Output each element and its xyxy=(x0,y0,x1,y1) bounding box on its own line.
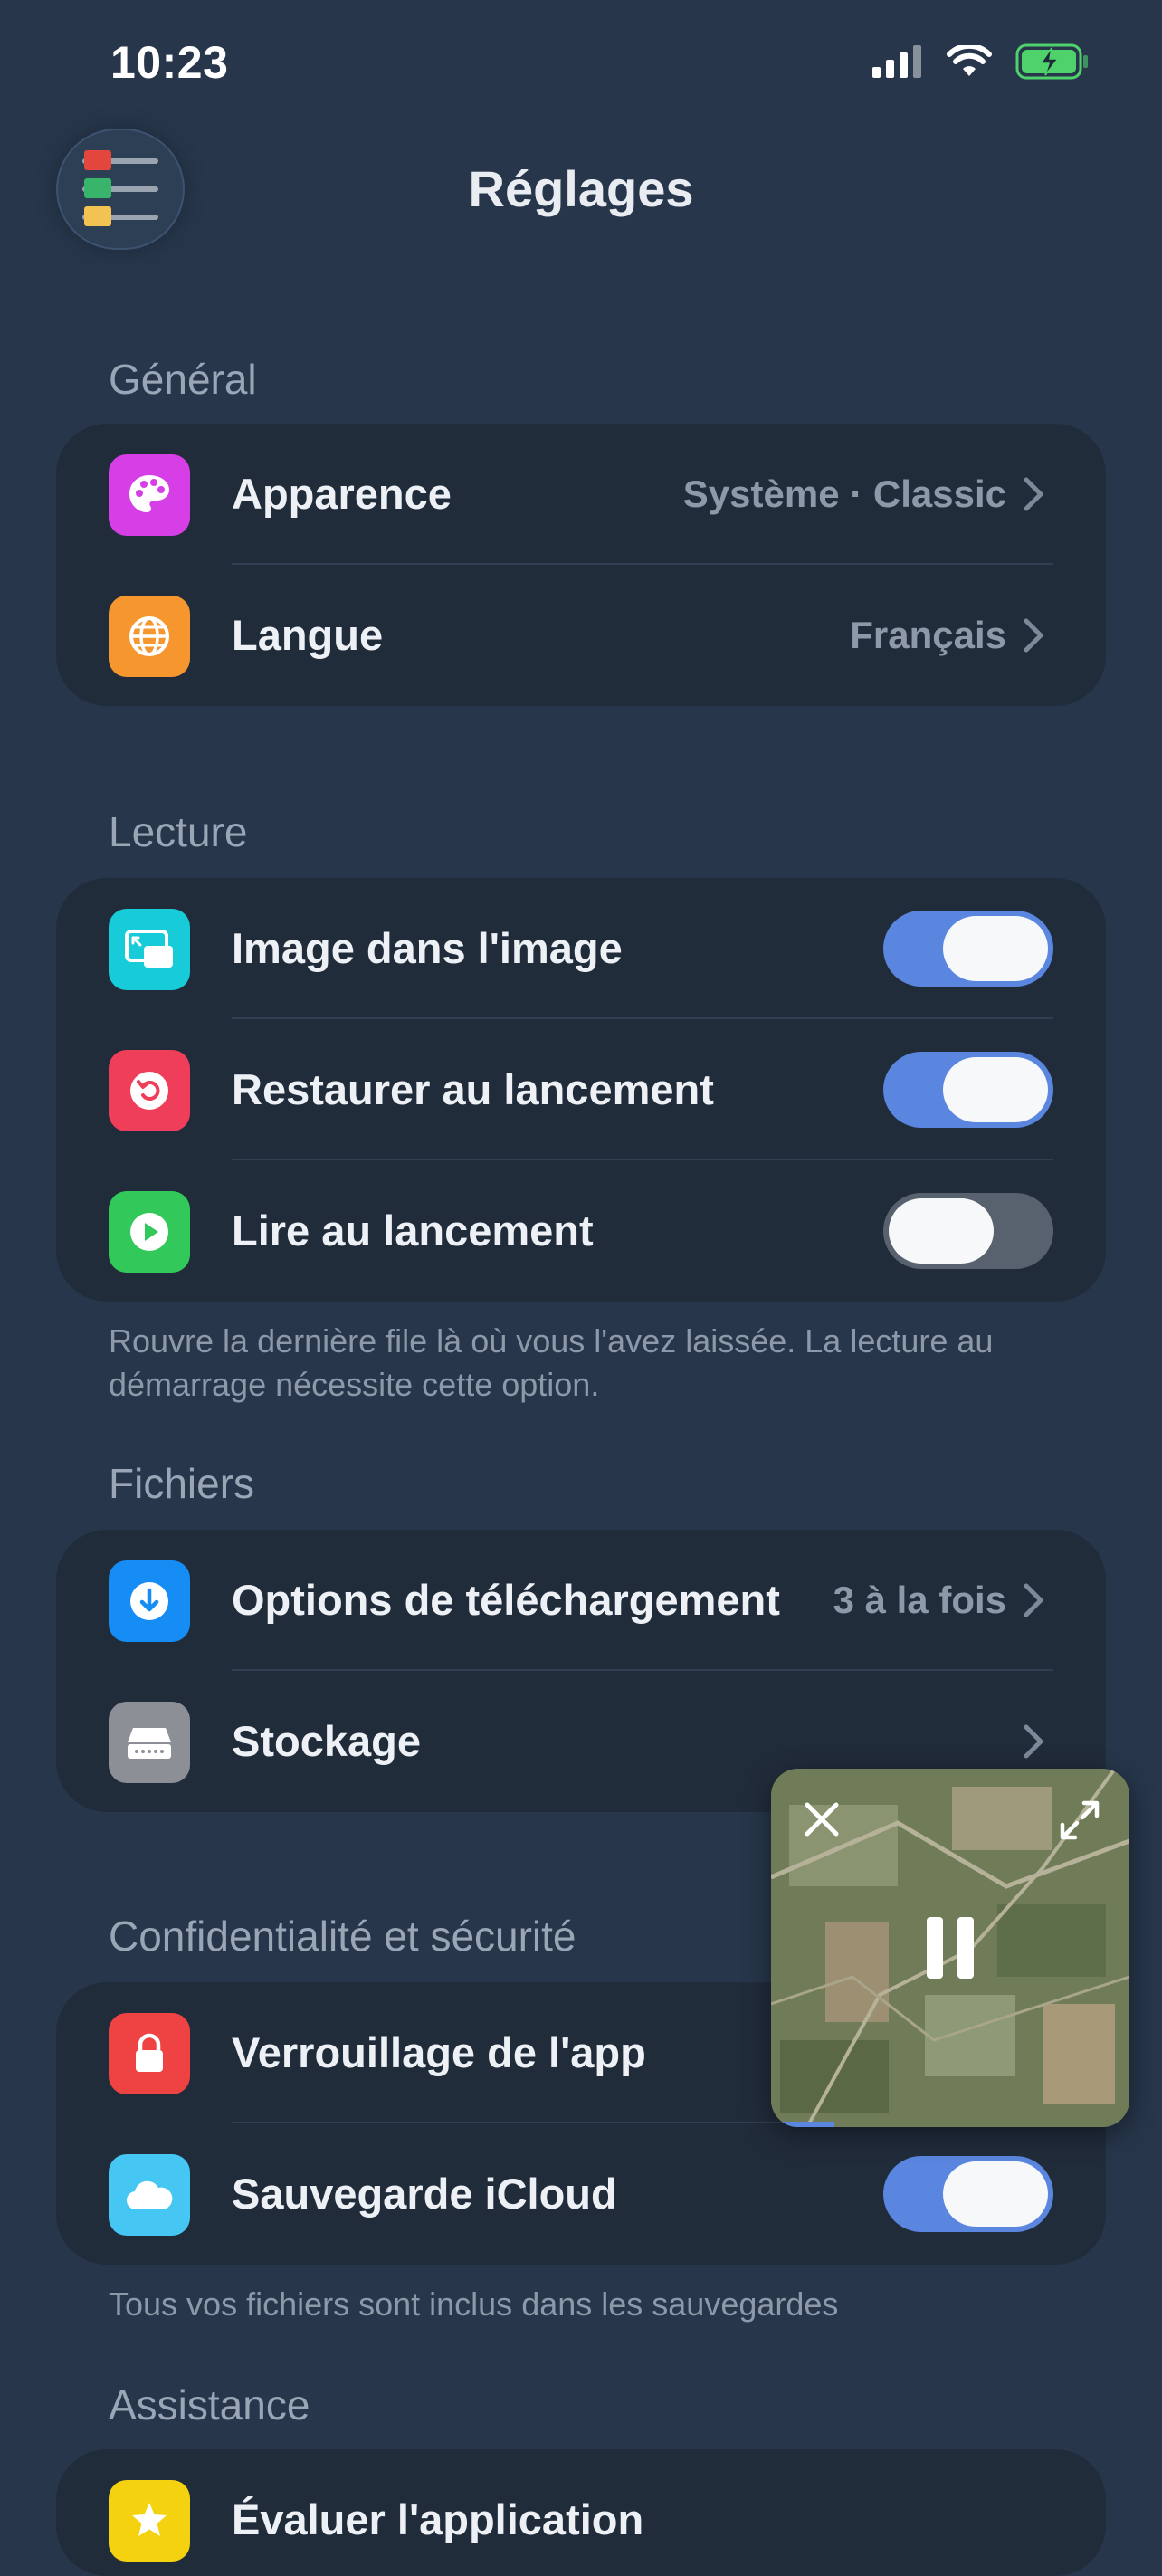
pip-row: Image dans l'image xyxy=(56,878,1106,1019)
page-title: Réglages xyxy=(468,160,694,217)
autoplay-row: Lire au lancement xyxy=(56,1160,1106,1302)
section-title-general: Général xyxy=(109,356,257,403)
language-row[interactable]: Langue Français xyxy=(56,565,1106,706)
downloads-label: Options de téléchargement xyxy=(232,1576,780,1624)
section-title-files: Fichiers xyxy=(109,1460,255,1507)
app-lock-label: Verrouillage de l'app xyxy=(232,2028,646,2076)
play-icon xyxy=(109,1191,190,1273)
downloads-row[interactable]: Options de téléchargement 3 à la fois xyxy=(56,1530,1106,1671)
toggle-knob xyxy=(943,916,1048,981)
icloud-row: Sauvegarde iCloud xyxy=(56,2123,1106,2265)
icloud-label: Sauvegarde iCloud xyxy=(232,2170,617,2218)
battery-charging-icon xyxy=(1015,43,1088,80)
storage-icon xyxy=(109,1702,190,1783)
download-icon xyxy=(109,1560,190,1642)
privacy-footnote: Tous vos fichiers sont inclus dans les s… xyxy=(109,2285,839,2323)
chevron-right-icon xyxy=(1024,1583,1043,1617)
playback-card: Image dans l'image Restaurer au lancemen… xyxy=(56,878,1106,1302)
rate-label: Évaluer l'application xyxy=(232,2495,644,2543)
toggle-knob xyxy=(889,1198,994,1264)
appearance-value: Système · Classic xyxy=(682,472,1006,515)
pip-toggle[interactable] xyxy=(883,911,1053,987)
close-icon[interactable] xyxy=(802,1799,842,1839)
status-time: 10:23 xyxy=(110,37,229,88)
autoplay-toggle[interactable] xyxy=(883,1193,1053,1269)
status-icons xyxy=(872,43,1090,80)
pip-icon xyxy=(109,909,190,990)
star-icon xyxy=(109,2480,190,2562)
support-card: Évaluer l'application xyxy=(56,2449,1106,2576)
toggle-knob xyxy=(943,1057,1048,1122)
rate-row[interactable]: Évaluer l'application xyxy=(56,2449,1106,2576)
chevron-right-icon xyxy=(1024,1724,1043,1759)
lock-icon xyxy=(109,2013,190,2094)
cloud-icon xyxy=(109,2154,190,2236)
playback-footnote: Rouvre la dernière file là où vous l'ave… xyxy=(109,1322,994,1403)
palette-icon xyxy=(109,454,190,536)
general-card: Apparence Système · Classic Langue Franç… xyxy=(56,424,1106,706)
autoplay-label: Lire au lancement xyxy=(232,1207,594,1255)
toggle-knob xyxy=(943,2161,1048,2227)
appearance-row[interactable]: Apparence Système · Classic xyxy=(56,424,1106,565)
globe-icon xyxy=(109,596,190,677)
section-title-playback: Lecture xyxy=(109,808,248,855)
expand-icon[interactable] xyxy=(1057,1798,1102,1843)
pause-icon[interactable] xyxy=(923,1913,977,1982)
status-bar: 10:23 xyxy=(0,0,1162,136)
wifi-icon xyxy=(947,45,992,76)
language-label: Langue xyxy=(232,611,384,659)
appearance-label: Apparence xyxy=(232,470,452,518)
language-value: Français xyxy=(850,614,1006,656)
icloud-toggle[interactable] xyxy=(883,2156,1053,2232)
section-title-support: Assistance xyxy=(109,2381,310,2428)
chevron-right-icon xyxy=(1024,618,1043,653)
restore-toggle[interactable] xyxy=(883,1052,1053,1128)
storage-label: Stockage xyxy=(232,1717,421,1765)
restore-row: Restaurer au lancement xyxy=(56,1019,1106,1160)
restore-icon xyxy=(109,1050,190,1131)
downloads-value: 3 à la fois xyxy=(833,1579,1006,1621)
signal-icon xyxy=(872,45,921,78)
pip-player[interactable] xyxy=(771,1769,1129,2127)
section-title-privacy: Confidentialité et sécurité xyxy=(109,1913,576,1960)
pip-label: Image dans l'image xyxy=(232,924,623,972)
restore-label: Restaurer au lancement xyxy=(232,1065,714,1113)
chevron-right-icon xyxy=(1024,477,1043,511)
